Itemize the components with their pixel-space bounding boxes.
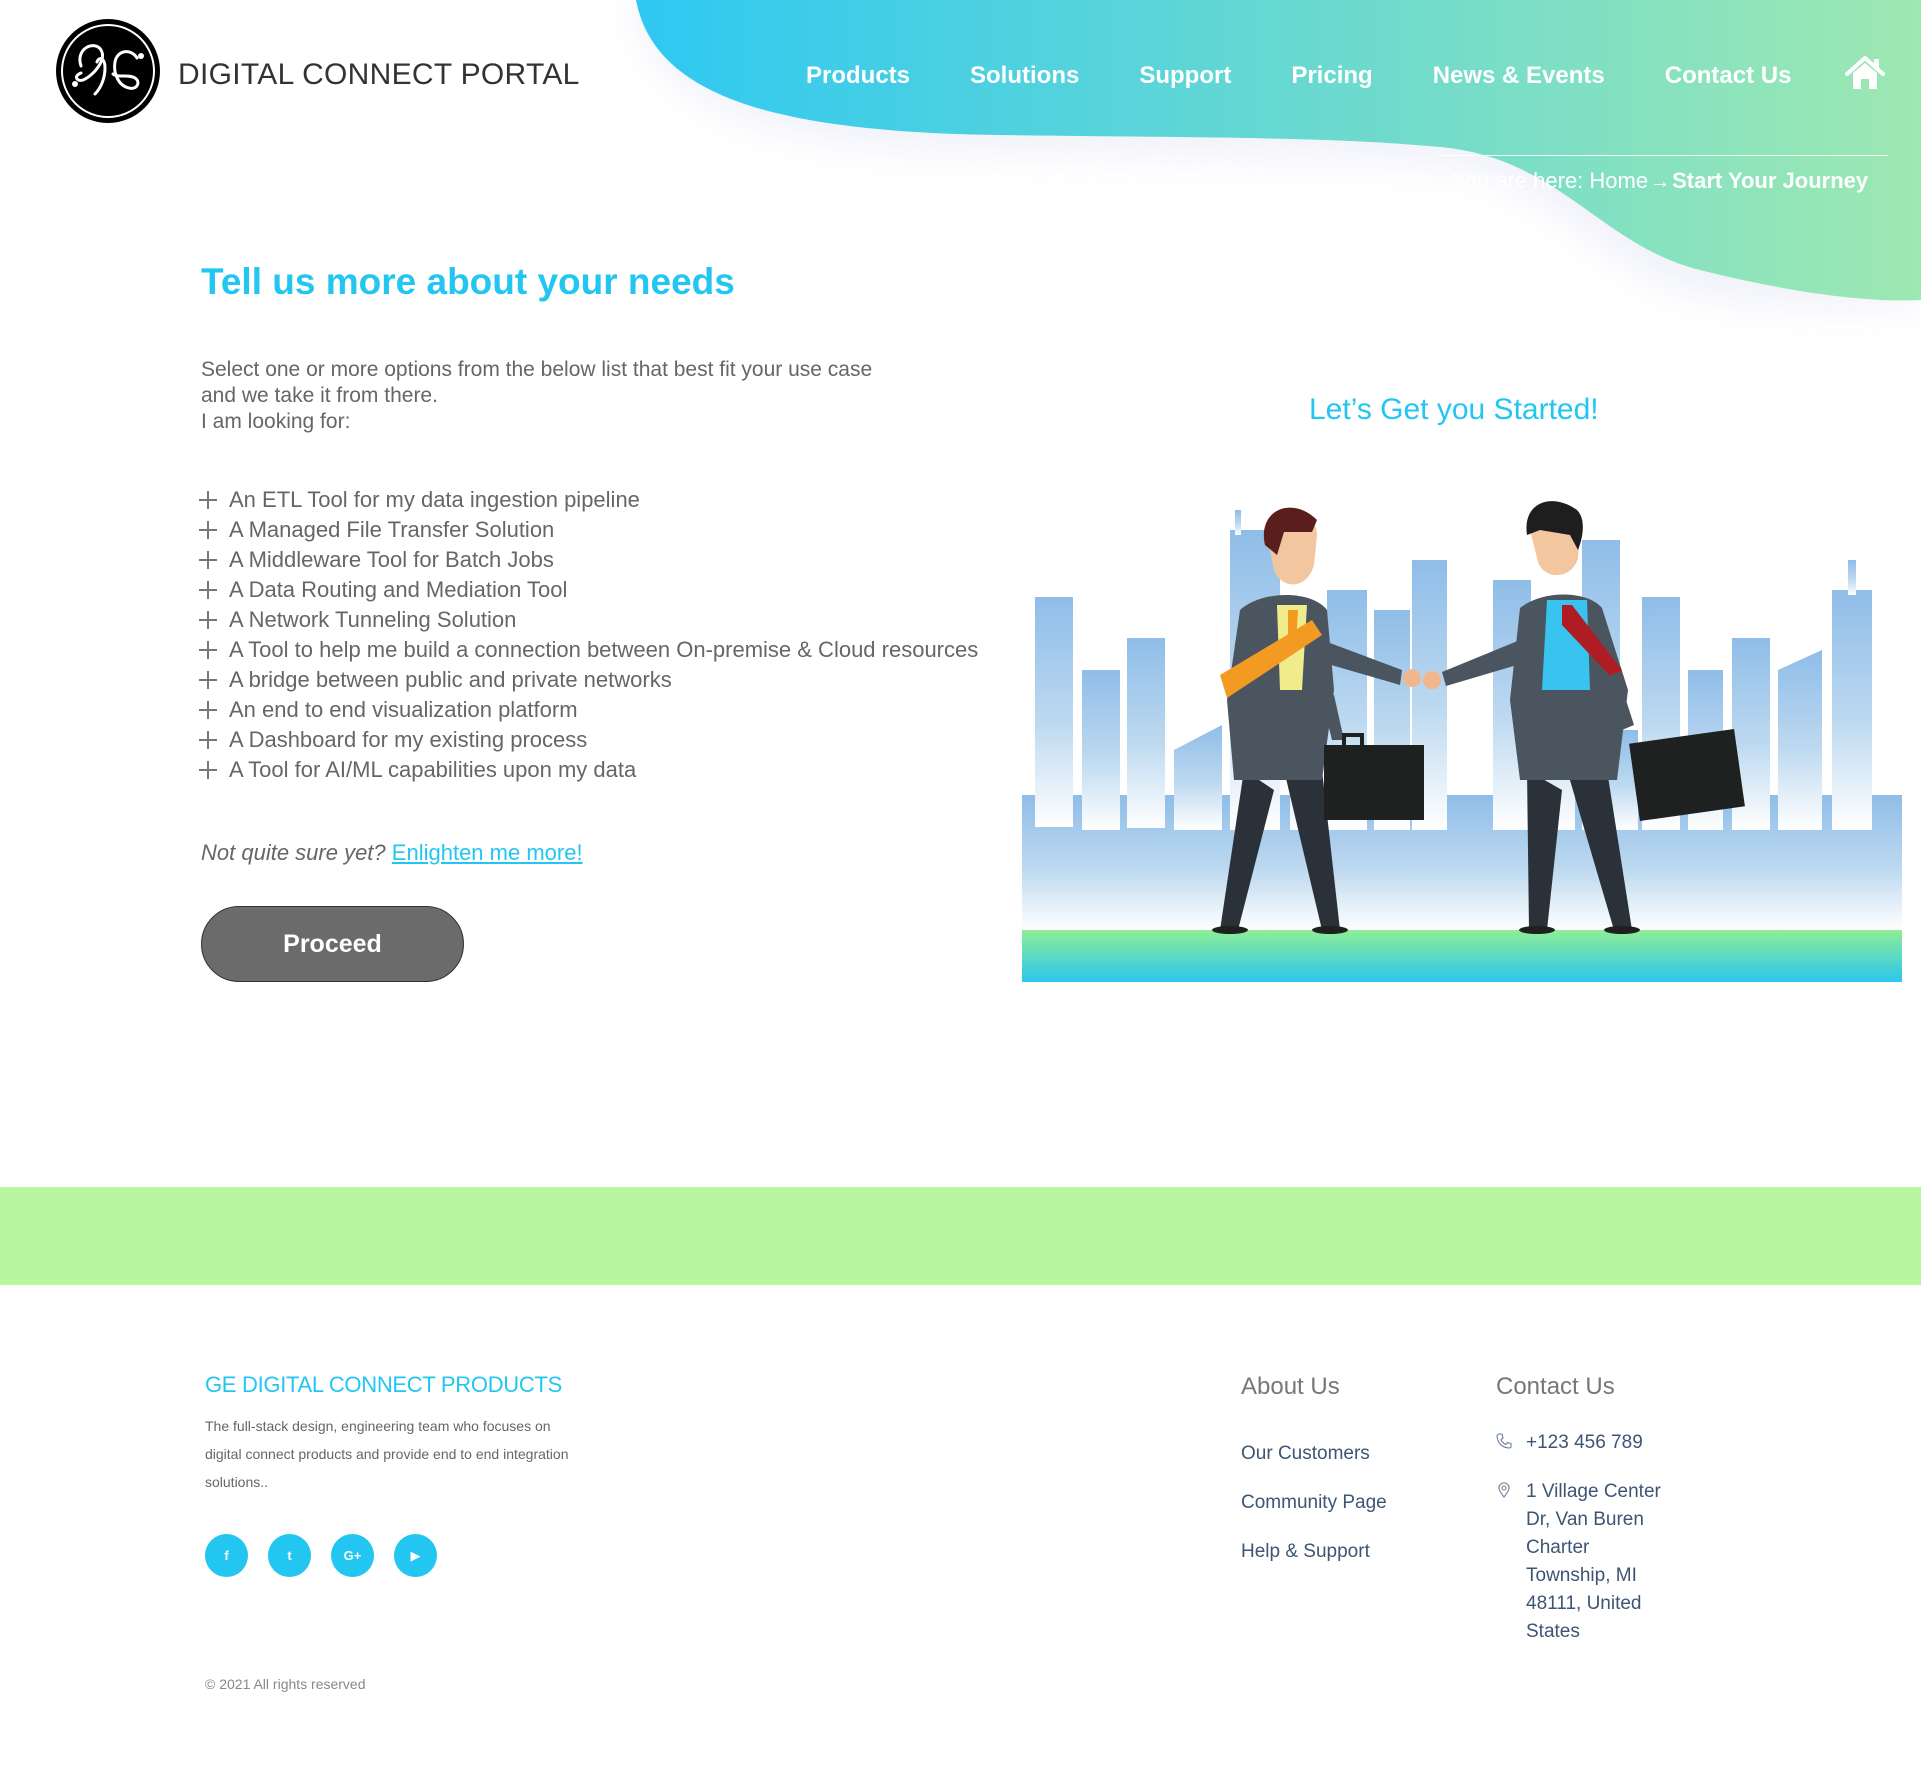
contact-us-heading: Contact Us xyxy=(1496,1373,1615,1400)
nav-support[interactable]: Support xyxy=(1139,60,1231,92)
option-etl-tool[interactable]: An ETL Tool for my data ingestion pipeli… xyxy=(199,485,978,515)
option-label: A Tool for AI/ML capabilities upon my da… xyxy=(229,757,637,782)
plus-icon xyxy=(199,641,217,659)
copyright: © 2021 All rights reserved xyxy=(205,1676,366,1692)
breadcrumb-prefix: You are here: xyxy=(1452,168,1584,193)
option-managed-file-transfer[interactable]: A Managed File Transfer Solution xyxy=(199,515,978,545)
intro-line: and we take it from there. xyxy=(201,384,438,407)
page-title: Tell us more about your needs xyxy=(201,261,735,302)
about-us-heading: About Us xyxy=(1241,1373,1340,1400)
breadcrumb: You are here: Home →Start Your Journey xyxy=(1452,168,1868,194)
option-network-bridge[interactable]: A bridge between public and private netw… xyxy=(199,665,978,695)
nav-products[interactable]: Products xyxy=(806,60,910,92)
address-text: 1 Village Center Dr, Van Buren Charter T… xyxy=(1526,1481,1661,1642)
plus-icon xyxy=(199,761,217,779)
breadcrumb-current: Start Your Journey xyxy=(1672,168,1869,193)
option-label: An ETL Tool for my data ingestion pipeli… xyxy=(229,487,640,512)
plus-icon xyxy=(199,521,217,539)
nav-contact-us[interactable]: Contact Us xyxy=(1665,60,1792,92)
option-label: A Middleware Tool for Batch Jobs xyxy=(229,547,554,572)
nav-pricing[interactable]: Pricing xyxy=(1291,60,1372,92)
footer-accent-band xyxy=(0,1187,1921,1285)
option-onprem-cloud-connection[interactable]: A Tool to help me build a connection bet… xyxy=(199,635,978,665)
nav-solutions[interactable]: Solutions xyxy=(970,60,1079,92)
plus-icon xyxy=(199,611,217,629)
youtube-icon[interactable]: ▶ xyxy=(394,1534,437,1577)
option-label: A Dashboard for my existing process xyxy=(229,727,588,752)
option-data-routing[interactable]: A Data Routing and Mediation Tool xyxy=(199,575,978,605)
hero-title: Let’s Get you Started! xyxy=(1309,393,1599,426)
option-dashboard[interactable]: A Dashboard for my existing process xyxy=(199,725,978,755)
enlighten-link[interactable]: Enlighten me more! xyxy=(392,840,583,865)
option-label: A bridge between public and private netw… xyxy=(229,667,672,692)
brand-name: DIGITAL CONNECT PORTAL xyxy=(178,58,580,91)
plus-icon xyxy=(199,551,217,569)
option-label: A Managed File Transfer Solution xyxy=(229,517,555,542)
link-community-page[interactable]: Community Page xyxy=(1241,1492,1387,1541)
phone-icon xyxy=(1496,1433,1512,1449)
plus-icon xyxy=(199,581,217,599)
link-our-customers[interactable]: Our Customers xyxy=(1241,1443,1387,1492)
ge-logo[interactable] xyxy=(55,18,161,124)
intro-line: I am looking for: xyxy=(201,410,351,433)
social-links: f t G+ ▶ xyxy=(205,1534,457,1577)
phone-number[interactable]: +123 456 789 xyxy=(1526,1429,1643,1457)
arrow-right-icon: → xyxy=(1650,171,1671,193)
plus-icon xyxy=(199,701,217,719)
breadcrumb-divider xyxy=(1436,155,1888,156)
intro-text: Select one or more options from the belo… xyxy=(201,357,872,435)
options-list: An ETL Tool for my data ingestion pipeli… xyxy=(199,485,978,785)
unsure-prompt: Not quite sure yet? Enlighten me more! xyxy=(201,840,583,866)
google-plus-icon[interactable]: G+ xyxy=(331,1534,374,1577)
plus-icon xyxy=(199,671,217,689)
option-label: A Data Routing and Mediation Tool xyxy=(229,577,568,602)
unsure-question: Not quite sure yet? xyxy=(201,840,386,865)
twitter-icon[interactable]: t xyxy=(268,1534,311,1577)
handshake-illustration xyxy=(1022,501,1902,982)
contact-address: 1 Village Center Dr, Van Buren Charter T… xyxy=(1496,1478,1676,1646)
location-pin-icon xyxy=(1498,1482,1510,1498)
option-label: A Tool to help me build a connection bet… xyxy=(229,637,979,662)
footer-description: The full-stack design, engineering team … xyxy=(205,1418,569,1490)
option-label: A Network Tunneling Solution xyxy=(229,607,517,632)
footer-title: GE DIGITAL CONNECT PRODUCTS xyxy=(205,1372,562,1397)
main-nav: Products Solutions Support Pricing News … xyxy=(806,60,1851,92)
intro-line: Select one or more options from the belo… xyxy=(201,358,873,381)
facebook-icon[interactable]: f xyxy=(205,1534,248,1577)
option-label: An end to end visualization platform xyxy=(229,697,578,722)
proceed-button[interactable]: Proceed xyxy=(201,906,464,982)
contact-phone: +123 456 789 xyxy=(1496,1429,1643,1457)
plus-icon xyxy=(199,731,217,749)
link-help-support[interactable]: Help & Support xyxy=(1241,1541,1387,1590)
option-network-tunneling[interactable]: A Network Tunneling Solution xyxy=(199,605,978,635)
about-links: Our Customers Community Page Help & Supp… xyxy=(1241,1443,1387,1590)
option-middleware-batch[interactable]: A Middleware Tool for Batch Jobs xyxy=(199,545,978,575)
breadcrumb-home-link[interactable]: Home xyxy=(1589,168,1648,193)
nav-news-events[interactable]: News & Events xyxy=(1433,60,1605,92)
home-icon[interactable] xyxy=(1845,55,1885,91)
option-visualization-platform[interactable]: An end to end visualization platform xyxy=(199,695,978,725)
plus-icon xyxy=(199,491,217,509)
option-ai-ml-tool[interactable]: A Tool for AI/ML capabilities upon my da… xyxy=(199,755,978,785)
